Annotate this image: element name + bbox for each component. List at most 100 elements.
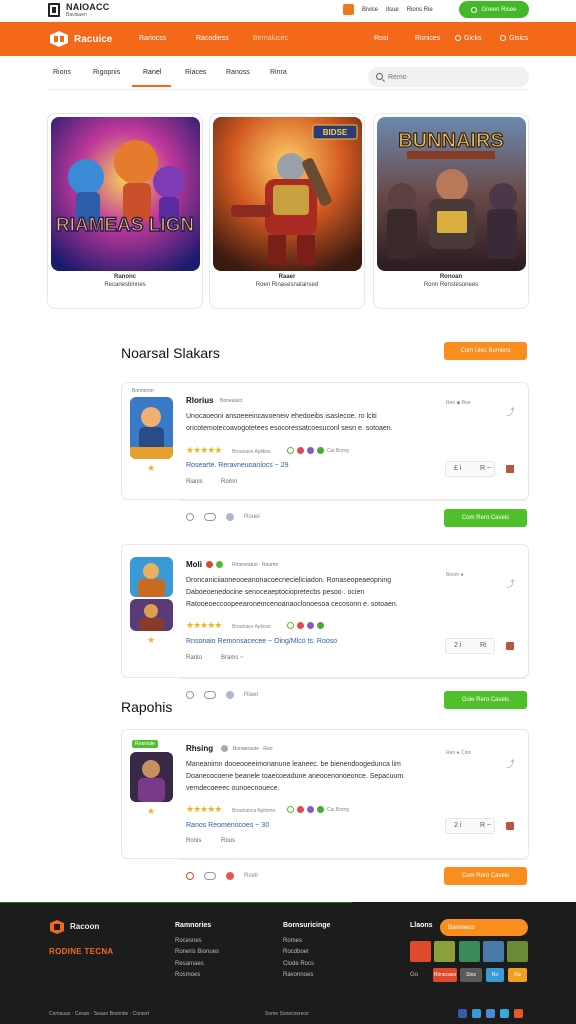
vote-box[interactable]: £ i R ~: [445, 461, 495, 477]
globe-icon[interactable]: [226, 513, 234, 521]
review-thumb-2a[interactable]: [130, 557, 173, 597]
vote-box[interactable]: 2 i R ~: [445, 818, 495, 834]
review-link[interactable]: Rnsonaio Remonsacecee ~ Oing/Mlco ts. Ro…: [186, 638, 337, 645]
vote-up[interactable]: 2 i: [454, 822, 461, 829]
featured-card-3[interactable]: BUNNAIRS Ronoan Ronn Renstesonees: [373, 113, 529, 309]
twitter-icon[interactable]: [472, 1009, 481, 1018]
top-cta-button[interactable]: Gneen Ricee: [459, 1, 529, 18]
footer-logo-icon[interactable]: [49, 919, 65, 935]
store-badge[interactable]: Ra: [508, 968, 527, 982]
search-box[interactable]: [368, 67, 529, 87]
reaction-icon[interactable]: [307, 447, 314, 454]
nav-item-6[interactable]: Gicks: [455, 35, 482, 42]
message-icon[interactable]: [500, 1009, 509, 1018]
notification-icon[interactable]: [343, 4, 354, 15]
review-title[interactable]: Rlorius: [186, 396, 214, 405]
share-icon[interactable]: ⤴: [506, 405, 516, 417]
footer-game-thumb[interactable]: [483, 941, 504, 962]
nav-item-1[interactable]: Rariocss: [139, 35, 166, 42]
toggle-icon[interactable]: [204, 691, 216, 699]
review-title[interactable]: Moli: [186, 560, 202, 569]
reaction-icon[interactable]: [317, 447, 324, 454]
flag-icon[interactable]: [506, 822, 514, 830]
featured-card-1[interactable]: RIAMEAS LIGN Ranonc Recanesbinnes: [47, 113, 203, 309]
nav-item-7[interactable]: Gisics: [500, 35, 528, 42]
reaction-icon[interactable]: [307, 622, 314, 629]
tab-1[interactable]: Rions: [53, 69, 71, 76]
nav-item-2[interactable]: Racodiess: [196, 35, 229, 42]
tab-2[interactable]: Rigopnis: [93, 69, 120, 76]
footer-game-thumb[interactable]: [507, 941, 528, 962]
footer-link[interactable]: Roneris Bionues: [175, 949, 219, 955]
footer-link[interactable]: Rocdboet: [283, 949, 309, 955]
site-title[interactable]: NAIOACC: [66, 2, 109, 12]
review-title[interactable]: Rhsing: [186, 744, 213, 753]
comment-icon[interactable]: [186, 513, 194, 521]
nav-item-5[interactable]: Ronices: [415, 35, 440, 42]
top-link-2[interactable]: Ilsue: [386, 7, 399, 13]
footer-link[interactable]: Resamaes: [175, 961, 204, 967]
top-link-1[interactable]: Bivice: [362, 7, 378, 13]
vote-up[interactable]: 2 i: [454, 642, 461, 649]
reaction-icon[interactable]: [297, 806, 304, 813]
vote-down[interactable]: R ~: [480, 822, 491, 829]
vote-down[interactable]: R ~: [480, 465, 491, 472]
featured-card-2[interactable]: BIDSE Raaer Roen Rinasesnatansed: [209, 113, 365, 309]
site-logo-icon[interactable]: [48, 3, 60, 17]
footer-link[interactable]: Rocesnes: [175, 938, 202, 944]
footer-brand[interactable]: Racoon: [70, 922, 99, 931]
facebook-icon[interactable]: [458, 1009, 467, 1018]
share-icon[interactable]: ⤴: [506, 577, 516, 589]
reaction-icon[interactable]: [317, 622, 324, 629]
comment-icon[interactable]: [186, 691, 194, 699]
reaction-icon[interactable]: [297, 447, 304, 454]
vote-up[interactable]: £ i: [454, 465, 461, 472]
footer-game-thumb[interactable]: [434, 941, 455, 962]
tab-4[interactable]: Riaces: [185, 69, 206, 76]
footer-link[interactable]: Romes: [283, 938, 302, 944]
comment-icon[interactable]: [186, 872, 194, 880]
store-badge[interactable]: Ro: [486, 968, 504, 982]
footer-game-thumb[interactable]: [410, 941, 431, 962]
share-icon[interactable]: ⤴: [506, 757, 516, 769]
footer-copyright[interactable]: Comauas · Cesan · Seaun Bronntie · Corse…: [49, 1011, 149, 1017]
review-link[interactable]: Ranos Reomenocoes ~ 30: [186, 822, 269, 829]
tab-5[interactable]: Ranoss: [226, 69, 250, 76]
review-thumb-3[interactable]: [130, 752, 173, 802]
store-badge[interactable]: Rimecaes: [433, 968, 457, 982]
review-thumb-2b[interactable]: [130, 599, 173, 631]
nav-item-3[interactable]: Bernalucec: [253, 35, 288, 42]
search-input[interactable]: [388, 71, 518, 83]
subscribe-button[interactable]: Banvaeco: [440, 919, 528, 936]
toggle-icon[interactable]: [204, 872, 216, 880]
flag-icon[interactable]: [506, 642, 514, 650]
toggle-icon[interactable]: [204, 513, 216, 521]
nav-brand[interactable]: Racuice: [74, 34, 112, 45]
reaction-icon[interactable]: [287, 447, 294, 454]
reaction-icon[interactable]: [317, 806, 324, 813]
footer-bottom-center[interactable]: Some Sonecosrece: [265, 1011, 309, 1017]
review2-more-button[interactable]: Goie Rero Caveis: [444, 691, 527, 709]
vote-down[interactable]: Ri: [480, 642, 487, 649]
nav-item-4[interactable]: Rosi: [374, 35, 388, 42]
vote-box[interactable]: 2 i Ri: [445, 638, 495, 654]
review1-more-button[interactable]: Com Rero Caveis: [444, 509, 527, 527]
globe-icon[interactable]: [226, 691, 234, 699]
reaction-icon[interactable]: [287, 622, 294, 629]
section1-more-button[interactable]: Com Uiec Bumiers: [444, 342, 527, 360]
tab-3-active[interactable]: Ranel: [143, 69, 161, 76]
share-social-icon[interactable]: [486, 1009, 495, 1018]
flag-icon[interactable]: [506, 465, 514, 473]
tab-6[interactable]: Rinra: [270, 69, 287, 76]
footer-link[interactable]: Rosmoes: [175, 972, 200, 978]
footer-game-thumb[interactable]: [459, 941, 480, 962]
footer-link[interactable]: Clode Rocs: [283, 961, 314, 967]
reaction-icon[interactable]: [307, 806, 314, 813]
rss-icon[interactable]: [514, 1009, 523, 1018]
review-thumb-1[interactable]: [130, 397, 173, 459]
reaction-icon[interactable]: [297, 622, 304, 629]
review-link[interactable]: Rosearte. Reravneuoanlocs ~ 29: [186, 462, 289, 469]
review3-more-button[interactable]: Com Rero Caveis: [444, 867, 527, 885]
globe-icon[interactable]: [226, 872, 234, 880]
footer-link[interactable]: Ravonnoes: [283, 972, 313, 978]
